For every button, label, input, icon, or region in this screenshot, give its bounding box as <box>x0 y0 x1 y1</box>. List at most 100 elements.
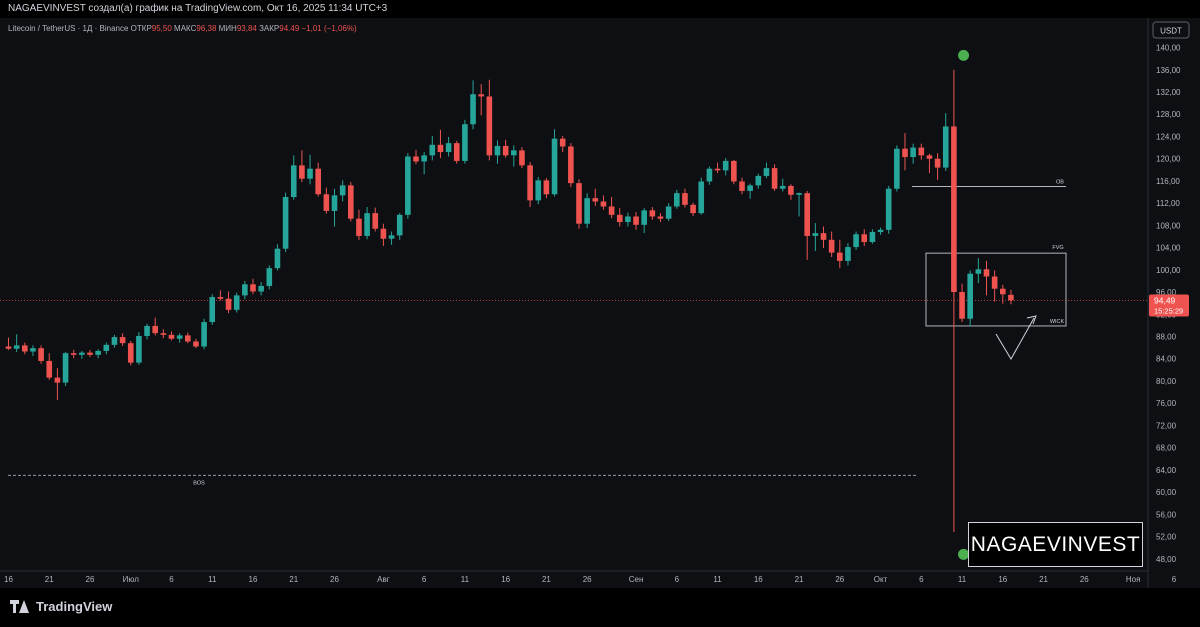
x-tick-label: 6 <box>169 575 174 584</box>
event-marker <box>958 49 970 61</box>
candle-body <box>70 353 77 355</box>
candle-body <box>894 148 900 189</box>
footer-bar: TradingView <box>0 588 1200 627</box>
candle-body <box>1000 288 1006 295</box>
candle-body <box>437 144 444 153</box>
candle-body <box>413 156 419 162</box>
x-tick-label: 11 <box>713 575 722 584</box>
candle-body <box>747 185 753 191</box>
candle-body <box>934 158 941 168</box>
y-tick-label: 48,00 <box>1156 555 1177 564</box>
x-tick-label: 6 <box>422 575 427 584</box>
candle-body <box>144 325 150 336</box>
candle-body <box>266 268 273 286</box>
tradingview-logo[interactable]: TradingView <box>10 599 112 614</box>
candle-body <box>698 181 705 214</box>
candle-body <box>323 194 330 211</box>
candle-body <box>95 350 101 355</box>
candle-body <box>804 193 810 236</box>
y-tick-label: 108,00 <box>1156 221 1181 230</box>
countdown-label: 15:25:29 <box>1154 306 1183 315</box>
y-tick-label: 140,00 <box>1156 44 1181 53</box>
candle-body <box>877 229 884 233</box>
candle-body <box>690 204 696 214</box>
candle-body <box>185 335 191 342</box>
y-tick-label: 112,00 <box>1156 199 1180 208</box>
x-tick-label: 26 <box>1080 575 1089 584</box>
candle-body <box>674 193 680 207</box>
candle-body <box>616 214 623 223</box>
chart-legend: Litecoin / TetherUS · 1Д · Binance ОТКР9… <box>8 24 357 33</box>
candle-body <box>470 94 476 125</box>
candle-body <box>576 183 582 224</box>
candle-body <box>225 298 232 310</box>
candle-body <box>910 147 916 158</box>
candle-body <box>217 297 224 299</box>
candle-body <box>79 352 85 355</box>
candle-body <box>315 168 321 195</box>
candle-body <box>951 126 957 293</box>
x-tick-label: Июл <box>123 575 140 584</box>
header-bar: NAGAEVINVEST создал(а) график на Trading… <box>0 0 1200 18</box>
y-tick-label: 56,00 <box>1156 510 1177 519</box>
x-tick-label: 16 <box>501 575 510 584</box>
candle-body <box>812 233 819 236</box>
y-tick-label: 80,00 <box>1156 377 1177 386</box>
x-tick-label: 11 <box>958 575 967 584</box>
candle-body <box>405 156 411 215</box>
x-tick-label: 21 <box>45 575 54 584</box>
candle-body <box>853 234 859 248</box>
x-tick-label: 26 <box>86 575 95 584</box>
candle-body <box>967 273 973 319</box>
candle-body <box>209 297 216 323</box>
brand-name: TradingView <box>36 599 113 614</box>
current-price-label: 94,49 <box>1154 295 1176 305</box>
x-tick-label: 26 <box>330 575 339 584</box>
x-tick-label: Ноя <box>1126 575 1141 584</box>
candle-body <box>983 269 990 277</box>
candle-body <box>168 334 175 339</box>
bos-label: BOS <box>193 480 205 486</box>
candle-body <box>348 185 354 219</box>
candle-body <box>233 295 240 310</box>
x-tick-label: 16 <box>998 575 1007 584</box>
x-tick-label: 16 <box>4 575 13 584</box>
header-attribution: NAGAEVINVEST создал(а) график на Trading… <box>8 3 388 14</box>
candle-body <box>87 352 93 355</box>
candle-body <box>445 143 452 153</box>
candle-body <box>568 146 574 184</box>
candle-body <box>462 124 468 161</box>
price-chart[interactable]: Litecoin / TetherUS · 1Д · Binance ОТКР9… <box>0 18 1200 588</box>
candle-body <box>13 345 20 349</box>
candle-body <box>331 195 338 211</box>
candle-body <box>649 210 656 217</box>
x-tick-label: 21 <box>289 575 298 584</box>
y-tick-label: 60,00 <box>1156 488 1177 497</box>
candle-body <box>258 285 264 292</box>
fvg-label: FVG <box>1052 245 1063 251</box>
tradingview-icon <box>10 599 30 614</box>
candle-body <box>763 168 770 176</box>
y-tick-label: 88,00 <box>1156 333 1177 342</box>
candle-body <box>364 213 370 236</box>
watermark-logo: NAGAEVINVEST <box>968 522 1143 567</box>
candle-body <box>429 144 436 156</box>
candle-body <box>519 150 525 166</box>
candle-body <box>299 165 305 179</box>
candle-body <box>885 188 892 230</box>
candle-body <box>706 168 713 182</box>
candle-body <box>250 284 256 292</box>
x-tick-label: 6 <box>919 575 924 584</box>
candle-body <box>665 206 672 219</box>
candle-body <box>30 348 36 352</box>
candle-body <box>152 325 158 334</box>
y-tick-label: 76,00 <box>1156 399 1177 408</box>
candle-body <box>111 337 118 345</box>
candle-body <box>527 165 533 201</box>
candle-body <box>942 126 949 168</box>
x-tick-label: 11 <box>208 575 217 584</box>
chart-area[interactable]: Litecoin / TetherUS · 1Д · Binance ОТКР9… <box>0 18 1200 588</box>
candle-body <box>722 160 729 171</box>
candle-body <box>625 216 631 223</box>
y-tick-label: 136,00 <box>1156 66 1181 75</box>
